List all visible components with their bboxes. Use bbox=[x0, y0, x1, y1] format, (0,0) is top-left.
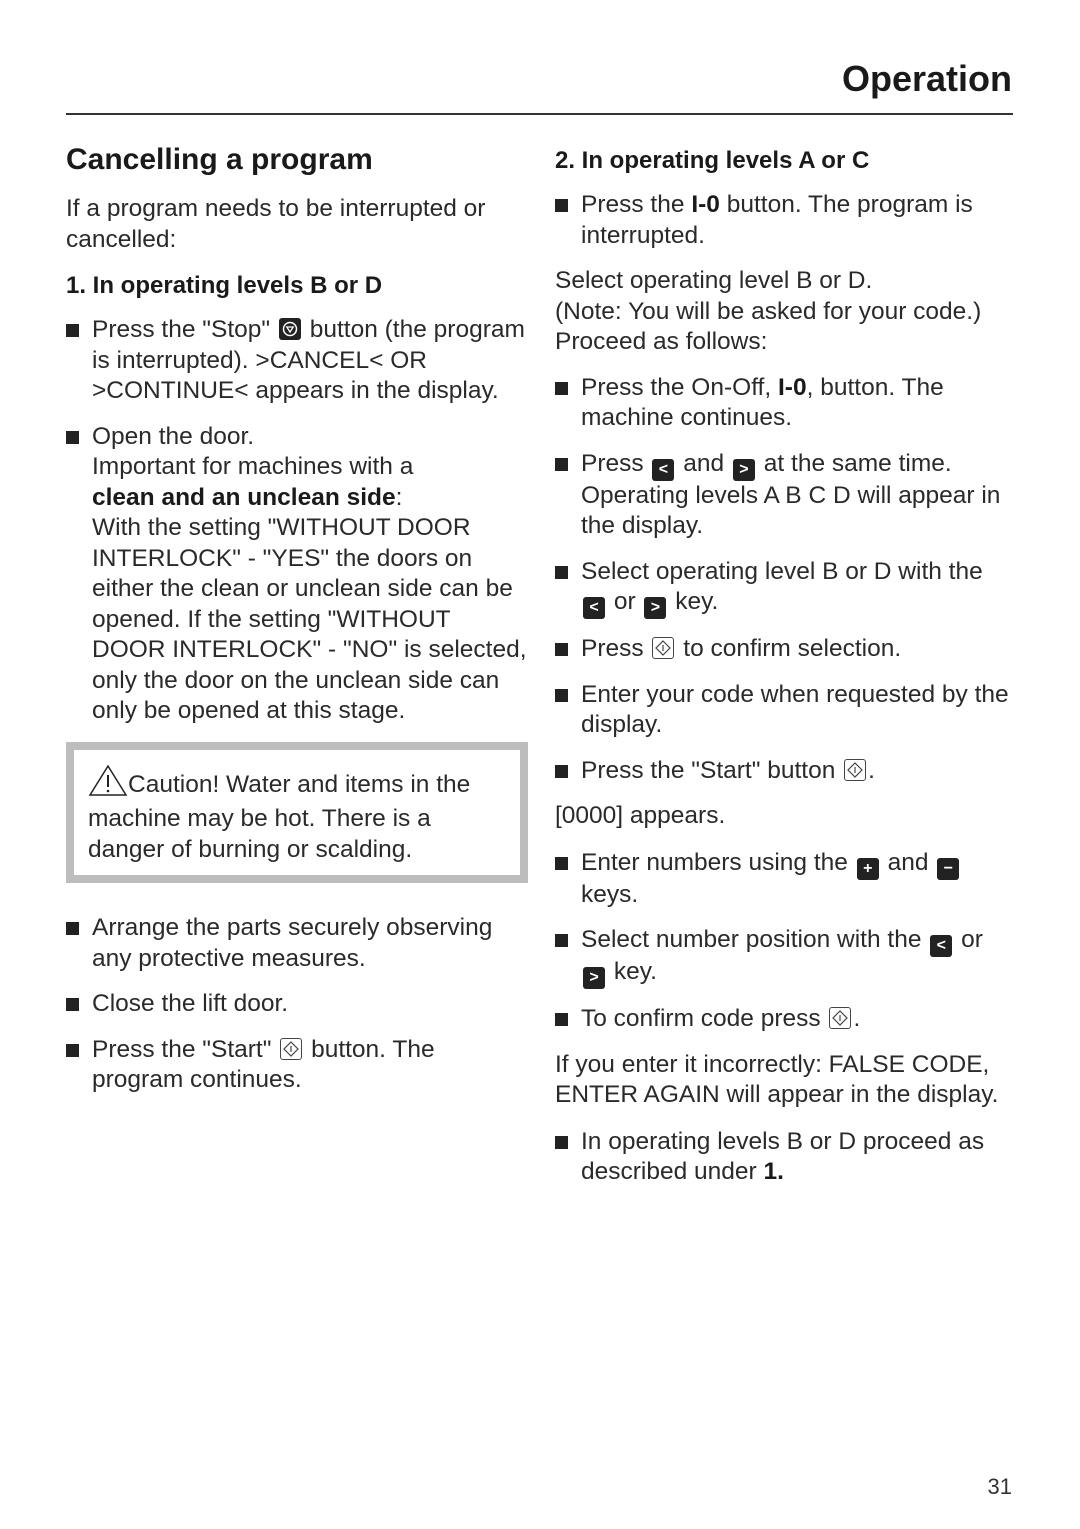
right-column: 2. In operating levels A or C Press the … bbox=[555, 146, 1025, 1203]
left-arrow-key-icon: < bbox=[583, 597, 605, 619]
list-item: Enter numbers using the + and − keys. bbox=[555, 848, 1025, 911]
section-heading: Cancelling a program bbox=[66, 143, 373, 176]
page-section-title: Operation bbox=[841, 58, 1012, 99]
start-button-icon bbox=[280, 1037, 303, 1060]
left-arrow-key-icon: < bbox=[652, 458, 675, 481]
stop-button-icon bbox=[278, 318, 301, 340]
list-item: Press the On-Off, I-0, button. The machi… bbox=[555, 373, 1025, 434]
list-item: Arrange the parts securely observing any… bbox=[66, 913, 528, 974]
list-item: Close the lift door. bbox=[66, 989, 528, 1020]
right-arrow-key-icon: > bbox=[644, 597, 667, 619]
minus-key-icon: − bbox=[937, 857, 960, 880]
list-item: Press the I-0 button. The program is int… bbox=[555, 190, 1025, 251]
start-button-icon bbox=[829, 1007, 852, 1029]
caution-box: Caution! Water and items in the machine … bbox=[66, 741, 528, 883]
list-item: Select number position with the < or > k… bbox=[555, 925, 1025, 989]
list-item: Open the door. Important for machines wi… bbox=[66, 422, 528, 727]
paragraph: If you enter it incorrectly: FALSE CODE,… bbox=[555, 1050, 999, 1109]
list-item: Press the "Start" button. The program co… bbox=[66, 1035, 528, 1096]
list-item: Press to confirm selection. bbox=[555, 634, 1025, 665]
list-item: To confirm code press . bbox=[555, 1004, 1025, 1035]
paragraph: [0000] appears. bbox=[555, 802, 726, 829]
list-item: Press < and > at the same time. Operatin… bbox=[555, 449, 1025, 542]
right-arrow-key-icon: > bbox=[583, 967, 605, 989]
list-item: Press the "Start" button . bbox=[555, 756, 1025, 787]
list-item: Enter your code when requested by the di… bbox=[555, 680, 1025, 741]
list-item: In operating levels B or D proceed as de… bbox=[555, 1127, 1025, 1188]
plus-key-icon: + bbox=[856, 857, 879, 880]
list-item: Select operating level B or D with the <… bbox=[555, 557, 1025, 619]
paragraph: Select operating level B or D. (Note: Yo… bbox=[555, 267, 982, 355]
header-divider bbox=[66, 113, 1013, 115]
right-arrow-key-icon: > bbox=[732, 458, 755, 481]
warning-triangle-icon bbox=[88, 764, 128, 805]
left-arrow-key-icon: < bbox=[930, 935, 953, 957]
list-item: Press the "Stop" button (the program is … bbox=[66, 315, 528, 407]
start-button-icon bbox=[652, 637, 675, 659]
page-number: 31 bbox=[987, 1474, 1012, 1499]
subheading-levels-b-d: 1. In operating levels B or D bbox=[66, 272, 383, 299]
subheading-levels-a-c: 2. In operating levels A or C bbox=[555, 147, 870, 174]
left-column: Cancelling a program If a program needs … bbox=[66, 140, 528, 1111]
intro-text: If a program needs to be interrupted or … bbox=[66, 195, 486, 253]
start-button-icon bbox=[844, 758, 867, 781]
